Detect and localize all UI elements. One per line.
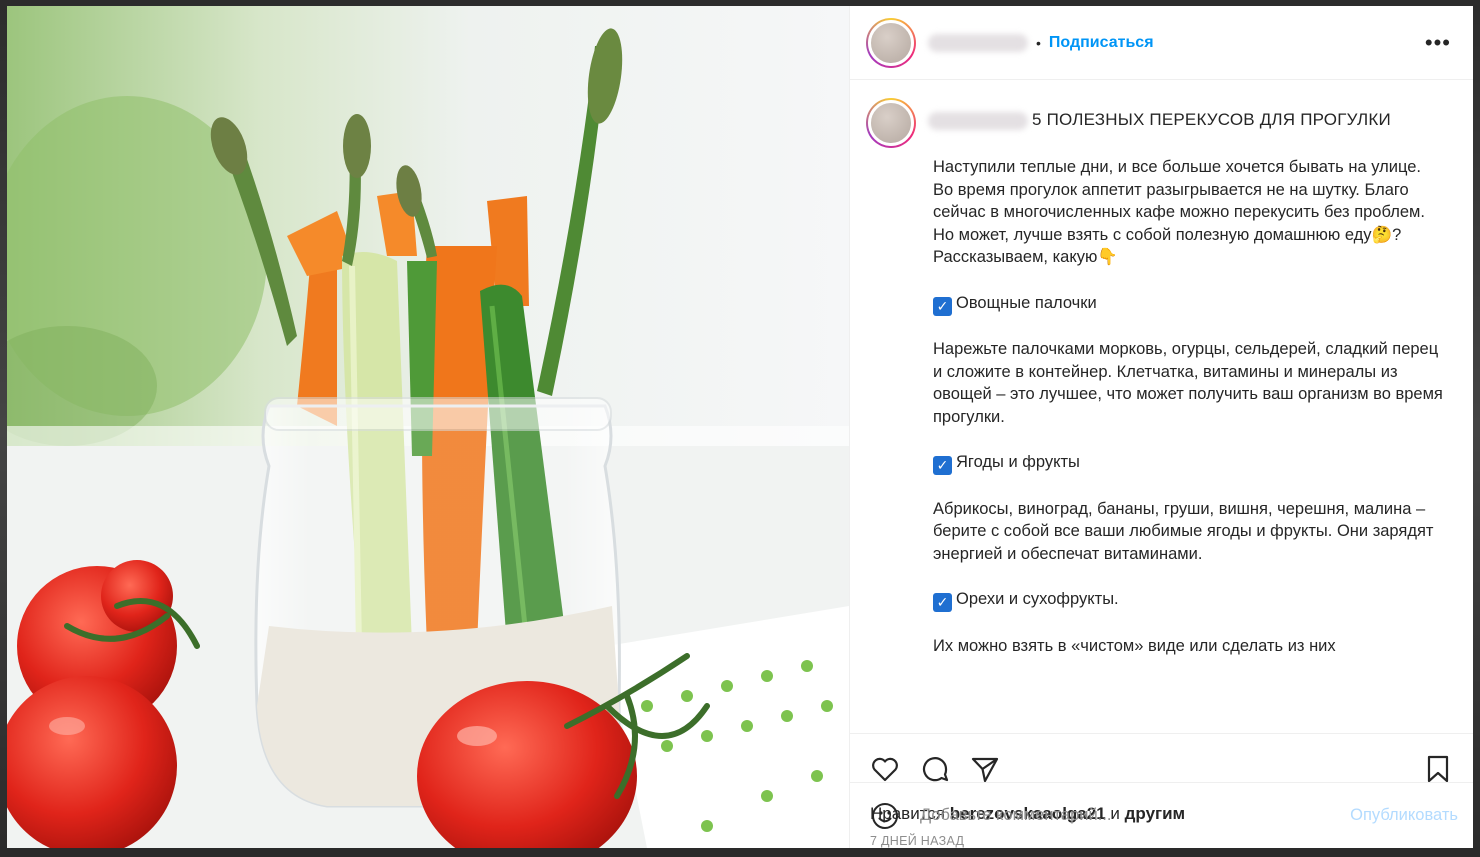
post-photo: [7, 6, 849, 848]
item-1-title: Овощные палочки: [956, 293, 1097, 312]
author-username-blurred[interactable]: [928, 33, 1028, 52]
caption-scroll-area[interactable]: 5 ПОЛЕЗНЫХ ПЕРЕКУСОВ ДЛЯ ПРОГУЛКИ Наступ…: [850, 80, 1473, 733]
caption-avatar[interactable]: [866, 98, 916, 148]
speech-bubble-icon[interactable]: [920, 754, 950, 784]
item-2-title: Ягоды и фрукты: [956, 453, 1080, 472]
author-avatar[interactable]: [866, 17, 916, 68]
checkbox-emoji-icon: ✓: [933, 456, 952, 476]
more-options-icon[interactable]: •••: [1417, 30, 1459, 56]
caption-item-heading: ✓ Овощные палочки: [933, 292, 1443, 316]
thinking-emoji-icon: 🤔: [1371, 224, 1393, 244]
pointing-down-emoji-icon: 👇: [1097, 247, 1118, 267]
heart-icon[interactable]: [870, 754, 900, 784]
emoji-smile-icon[interactable]: [870, 801, 900, 831]
caption-header: 5 ПОЛЕЗНЫХ ПЕРЕКУСОВ ДЛЯ ПРОГУЛКИ: [866, 98, 1457, 148]
avatar-image: [868, 19, 914, 66]
avatar-image: [868, 100, 914, 146]
comment-box: Опубликовать: [850, 782, 1473, 848]
caption-item-heading: ✓ Ягоды и фрукты: [933, 451, 1443, 476]
post-side-panel: • Подписаться ••• 5 ПОЛЕЗНЫХ ПЕРЕКУСОВ Д…: [849, 6, 1473, 848]
caption-paragraph: Абрикосы, виноград, бананы, груши, вишня…: [933, 499, 1434, 563]
paper-plane-icon[interactable]: [970, 754, 1000, 784]
checkbox-emoji-icon: ✓: [933, 593, 952, 613]
caption-text: Наступили теплые дни, и все больше хочет…: [933, 156, 1443, 657]
bookmark-icon[interactable]: [1423, 754, 1453, 784]
caption-paragraph: Нарежьте палочками морковь, огурцы, сель…: [933, 340, 1443, 426]
checkbox-emoji-icon: ✓: [933, 296, 952, 316]
caption-intro-text: Наступили теплые дни, и все больше хочет…: [933, 158, 1425, 244]
header-separator: •: [1036, 34, 1041, 51]
publish-button[interactable]: Опубликовать: [1350, 806, 1458, 825]
caption-paragraph: Их можно взять в «чистом» виде или сдела…: [933, 636, 1336, 655]
caption-title: 5 ПОЛЕЗНЫХ ПЕРЕКУСОВ ДЛЯ ПРОГУЛКИ: [1032, 110, 1391, 129]
post-modal: • Подписаться ••• 5 ПОЛЕЗНЫХ ПЕРЕКУСОВ Д…: [7, 6, 1473, 848]
follow-button[interactable]: Подписаться: [1049, 34, 1154, 52]
comment-input[interactable]: [920, 806, 1351, 825]
caption-paragraph: Наступили теплые дни, и все больше хочет…: [933, 156, 1443, 269]
caption-item-heading: ✓ Орехи и сухофрукты.: [933, 588, 1443, 613]
caption-username-blurred[interactable]: [928, 112, 1028, 130]
vegetable-jar-image: [7, 6, 849, 848]
post-header: • Подписаться •••: [850, 6, 1473, 80]
item-3-title: Орехи и сухофрукты.: [956, 590, 1119, 609]
